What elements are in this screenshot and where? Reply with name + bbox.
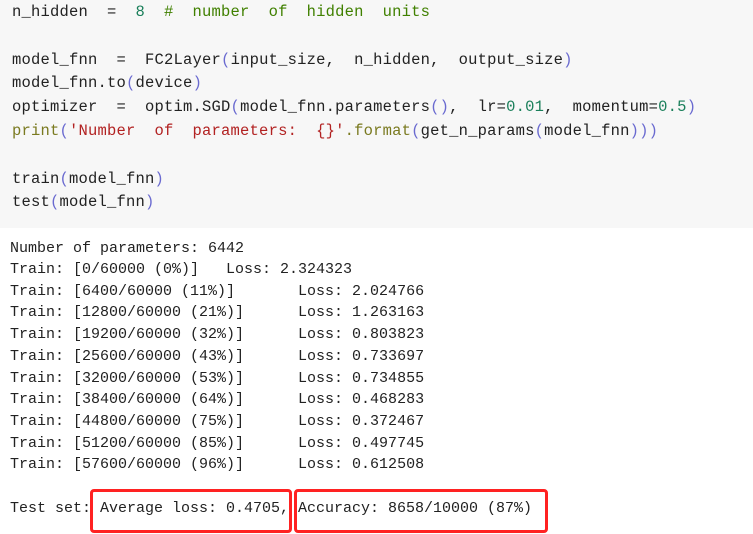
code-line: train(model_fnn): [12, 170, 164, 188]
code-token: (: [59, 122, 70, 140]
code-line: optimizer = optim.SGD(model_fnn.paramete…: [12, 98, 696, 116]
code-token: model_fnn: [59, 193, 146, 211]
code-token: (: [534, 122, 545, 140]
code-token: (: [230, 98, 241, 116]
train-log-line: Train: [57600/60000 (96%)] Loss: 0.61250…: [10, 456, 425, 474]
code-token: # number of hidden units: [145, 3, 431, 21]
code-token: .format: [344, 122, 412, 140]
code-token: ): [686, 98, 697, 116]
code-token: (: [126, 74, 136, 92]
train-log-line: Train: [25600/60000 (43%)] Loss: 0.73369…: [10, 347, 425, 365]
code-token: , lr=: [449, 98, 507, 116]
train-log-line: Train: [0/60000 (0%)] Loss: 2.324323: [10, 261, 353, 278]
highlight-box-accuracy: [294, 489, 548, 533]
code-line: model_fnn.to(device): [12, 74, 202, 92]
train-log-line: Train: [51200/60000 (85%)] Loss: 0.49774…: [10, 434, 425, 452]
code-token: model_fnn.parameters: [240, 98, 431, 116]
code-token: (): [430, 98, 450, 116]
code-token: n_hidden =: [12, 3, 136, 21]
code-token: get_n_params: [420, 122, 535, 140]
code-token: (: [59, 170, 70, 188]
code-token: (: [221, 51, 231, 69]
train-log-line: Train: [19200/60000 (32%)] Loss: 0.80382…: [10, 326, 425, 344]
train-log-line: Train: [6400/60000 (11%)] Loss: 2.024766: [10, 282, 425, 300]
code-line: n_hidden = 8 # number of hidden units: [12, 3, 430, 21]
code-token: optimizer = optim.SGD: [12, 98, 231, 116]
code-line: print('Number of parameters: {}'.format(…: [12, 122, 658, 140]
code-token: ): [145, 193, 155, 211]
code-cell[interactable]: n_hidden = 8 # number of hidden units mod…: [0, 0, 753, 228]
code-token: 8: [135, 3, 146, 21]
code-token: device: [135, 74, 193, 92]
code-token: ))): [629, 122, 659, 140]
train-log-line: Train: [38400/60000 (64%)] Loss: 0.46828…: [10, 391, 425, 409]
code-token: ): [563, 51, 573, 69]
code-token: ): [154, 170, 165, 188]
train-log-line: Train: [32000/60000 (53%)] Loss: 0.73485…: [10, 369, 425, 387]
code-token: model_fnn: [544, 122, 630, 140]
code-token: (: [50, 193, 60, 211]
code-token: model_fnn = FC2Layer: [12, 51, 222, 69]
code-line: test(model_fnn): [12, 193, 155, 211]
code-line: model_fnn = FC2Layer(input_size, n_hidde…: [12, 51, 573, 69]
train-log-line: Train: [12800/60000 (21%)] Loss: 1.26316…: [10, 304, 425, 322]
code-token: 0.5: [658, 98, 687, 116]
code-token: test: [12, 193, 51, 211]
code-token: train: [12, 170, 60, 188]
code-token: 0.01: [506, 98, 545, 116]
code-token: (: [411, 122, 421, 140]
code-token: model_fnn: [69, 170, 155, 188]
test-prefix: Test set:: [10, 500, 92, 517]
params-line: Number of parameters: 6442: [10, 240, 245, 257]
code-token: input_size, n_hidden, output_size: [230, 51, 564, 69]
code-token: 'Number of parameters: {}': [69, 122, 345, 140]
code-token: ): [192, 74, 203, 92]
code-token: , momentum=: [544, 98, 659, 116]
code-token: print: [12, 122, 60, 140]
code-token: model_fnn.to: [12, 74, 127, 92]
train-log-line: Train: [44800/60000 (75%)] Loss: 0.37246…: [10, 412, 425, 430]
highlight-box-loss: [90, 489, 292, 533]
